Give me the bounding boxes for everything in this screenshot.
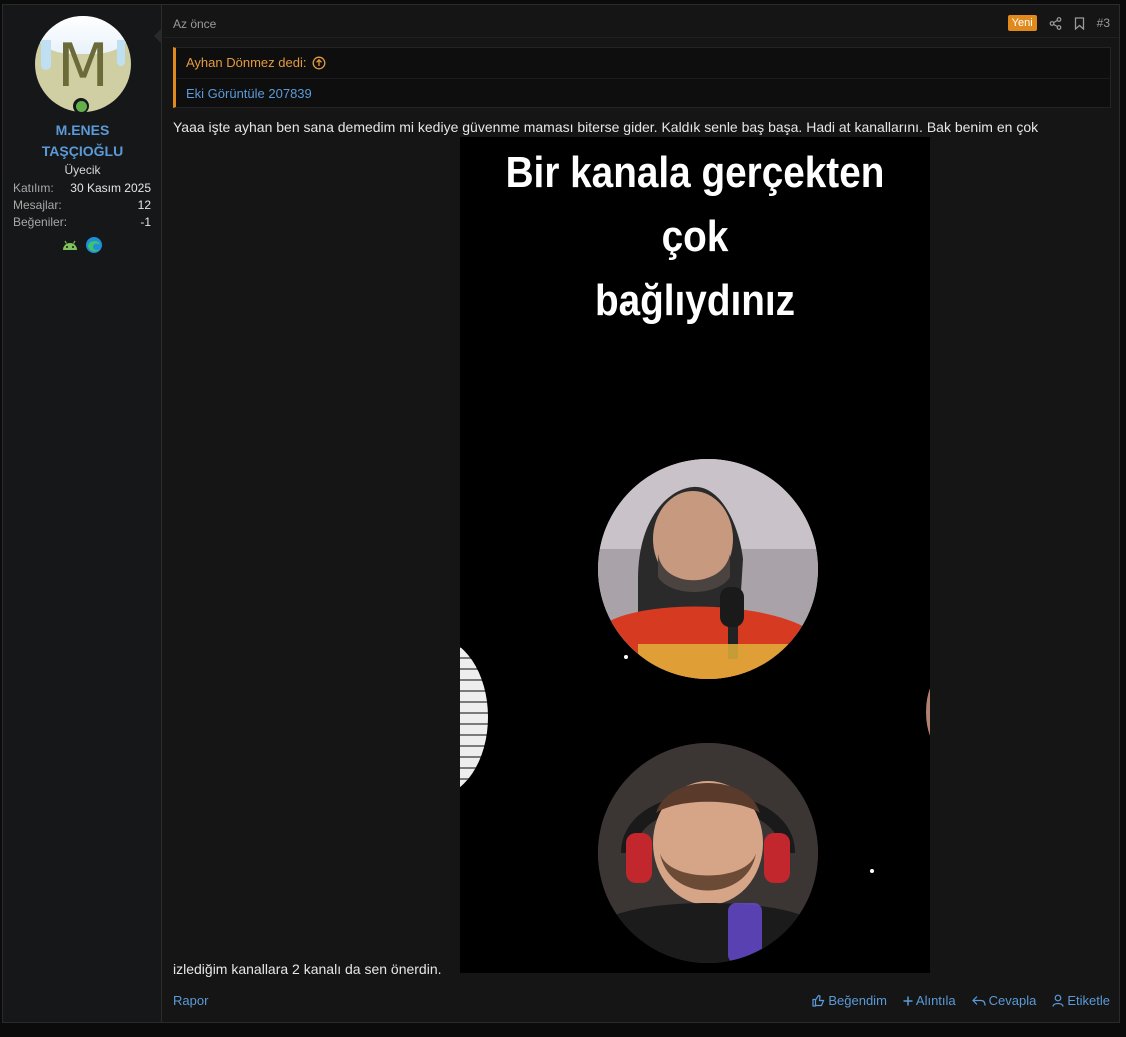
stat-likes: Beğeniler: -1 [13,215,151,229]
striped-bubble [460,637,488,797]
post-top-actions: Yeni #3 [1007,15,1110,31]
tag-button[interactable]: Etiketle [1052,993,1110,1008]
android-icon [63,240,77,250]
post-time[interactable]: Az önce [173,17,216,31]
online-status-icon [73,98,89,114]
share-icon[interactable] [1049,16,1062,30]
edge-browser-icon [86,237,102,253]
message-content: Az önce Yeni #3 Ayhan Dönmez dedi: Eki G… [163,5,1119,1022]
arrow-up-circle-icon[interactable] [312,56,326,70]
report-link[interactable]: Rapor [173,993,208,1008]
avatar-letter: M [57,31,109,101]
user-icon [1052,994,1064,1007]
quote-button[interactable]: Alıntıla [903,993,956,1008]
bookmark-icon[interactable] [1074,16,1085,30]
attached-image[interactable]: Bir kanala gerçekten çok bağlıydınız [460,137,930,973]
post-footer: Rapor Beğendim Alıntıla Cevapla Etiketle [173,993,1110,1008]
quote-author[interactable]: Ayhan Dönmez dedi: [186,48,306,78]
plus-icon [903,996,913,1005]
user-stats: Katılım: 30 Kasım 2025 Mesajlar: 12 Beğe… [13,181,151,232]
post-actions: Beğendim Alıntıla Cevapla Etiketle [812,993,1110,1008]
reply-button[interactable]: Cevapla [971,993,1036,1008]
stat-joined: Katılım: 30 Kasım 2025 [13,181,151,195]
like-button[interactable]: Beğendim [812,993,887,1008]
streamer-bubble-bottom [598,743,818,963]
post-text-line2: izlediğim kanallara 2 kanalı da sen öner… [173,961,442,977]
device-icons [61,236,103,254]
post-text-line1: Yaaa işte ayhan ben sana demedim mi kedi… [173,119,1039,135]
user-info-panel: M M.ENES TAŞÇIOĞLU Üyecik Katılım: 30 Ka… [3,5,162,1022]
reply-icon [971,995,986,1006]
post-container: M M.ENES TAŞÇIOĞLU Üyecik Katılım: 30 Ka… [2,4,1120,1023]
thumbs-up-icon [812,994,825,1007]
new-badge: Yeni [1007,15,1037,31]
image-caption: Bir kanala gerçekten çok bağlıydınız [505,148,885,325]
quote-block: Ayhan Dönmez dedi: Eki Görüntüle 207839 [173,47,1111,108]
stat-messages: Mesajlar: 12 [13,198,151,212]
quote-header[interactable]: Ayhan Dönmez dedi: [176,48,1110,79]
username-link[interactable]: M.ENES TAŞÇIOĞLU [3,120,162,162]
message-arrow [154,28,162,44]
post-number-link[interactable]: #3 [1097,16,1110,30]
user-title: Üyecik [64,163,101,177]
streamer-bubble-top [598,459,818,679]
attachment-link[interactable]: Eki Görüntüle 207839 [176,79,1110,108]
partial-bubble [926,677,930,747]
